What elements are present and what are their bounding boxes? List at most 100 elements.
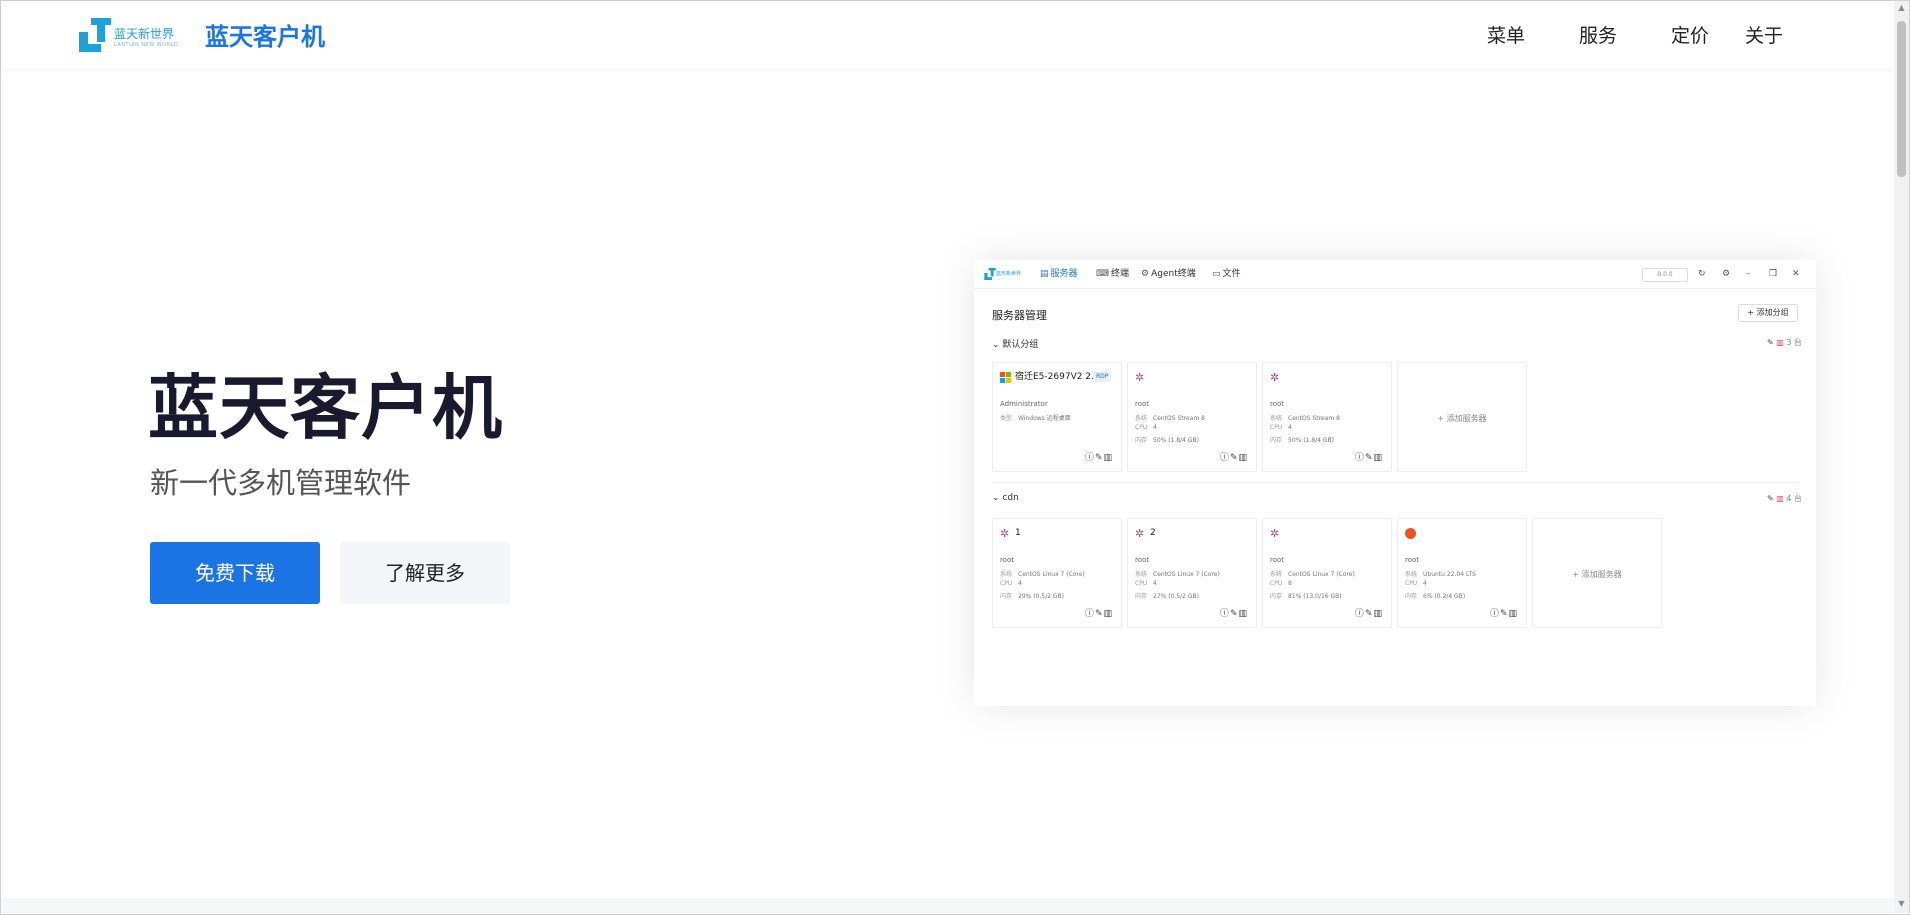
scroll-up-arrow-icon[interactable]: ▲ [1897,3,1906,12]
add-group-label: 添加分组 [1756,308,1789,317]
group-tools: ✎ ▥ 4 台 [1767,493,1802,504]
info-icon: ⓘ [1219,609,1230,619]
nav-link-pricing[interactable]: 定价 [1671,23,1709,49]
server-user: root [1270,556,1285,564]
server-card: ✲ root 系统 CentOS Stream 8 CPU 4 内存 50% (1.8… [1127,362,1257,472]
info-icon: ⓘ [1219,453,1230,463]
server-info-row: 内存 81% (13.0/16 GB) [1270,593,1342,600]
server-info-row: 系统 CentOS Linux 7 (Core) [1270,571,1355,578]
server-name: 宿迁E5-2697V2 2... [1015,372,1100,382]
server-card-actions: ⓘ✎▥ [1355,606,1383,619]
settings-icon: ⚙ [1722,269,1731,279]
server-info-row: 内存 50% (1.8/4 GB) [1135,437,1199,444]
server-card-actions: ⓘ✎▥ [1085,606,1113,619]
trash-icon: ▥ [1103,609,1113,619]
centos-icon: ✲ [1135,527,1145,540]
info-icon: ⓘ [1354,609,1365,619]
group-header-cdn: ⌄ cdn [992,493,1019,503]
chevron-down-icon: ⌄ [992,493,1003,503]
scroll-down-arrow-icon[interactable]: ▼ [1897,899,1906,908]
server-info-row: 系统 CentOS Linux 7 (Core) [1135,571,1220,578]
centos-icon: ✲ [1000,527,1010,540]
server-info-row: 系统 CentOS Stream 8 [1135,415,1205,422]
trash-icon: ▥ [1373,453,1383,463]
trash-icon: ▥ [1238,609,1248,619]
server-card: ✲ root 系统 CentOS Stream 8 CPU 4 内存 50% (1.8… [1262,362,1392,472]
server-card: root 系统 Ubuntu 22.04 LTS CPU 4 内存 6% (0.2/4… [1397,518,1527,628]
app-preview-window: 蓝天新世界 ▤ 服务器 ⌨ 终端 ⚙ Agent终端 ▭ 文件 0.0.0 ↻ ⚙ – … [974,260,1816,706]
add-server-card: + 添加服务器 [1532,518,1662,628]
refresh-icon: ↻ [1698,269,1706,279]
server-card: ✲ 2 root 系统 CentOS Linux 7 (Core) CPU 4 内存… [1127,518,1257,628]
server-info-row: 系统 CentOS Stream 8 [1270,415,1340,422]
server-name: 1 [1015,528,1021,538]
server-info-row: CPU 4 [1405,580,1427,587]
free-download-button[interactable]: 免费下载 [150,542,320,604]
nav-link-menu[interactable]: 菜单 [1487,23,1525,49]
server-card: ✲ root 系统 CentOS Linux 7 (Core) CPU 8 内存 81… [1262,518,1392,628]
brand-name[interactable]: 蓝天客户机 [205,21,325,53]
company-logo-text: 蓝天新世界 [114,27,175,41]
chevron-down-icon: ⌄ [992,340,1003,350]
learn-more-button[interactable]: 了解更多 [340,542,510,604]
add-server-card: + 添加服务器 [1397,362,1527,472]
info-icon: ⓘ [1354,453,1365,463]
server-info-row: 系统 Ubuntu 22.04 LTS [1405,571,1476,578]
group-divider [992,482,1798,483]
group-name: 默认分组 [1002,340,1039,350]
server-info-row: 系统 CentOS Linux 7 (Core) [1000,571,1085,578]
server-user: root [1135,400,1150,408]
gear-icon: ⚙ [1141,269,1150,279]
info-icon: ⓘ [1084,609,1095,619]
nav-link-services[interactable]: 服务 [1579,23,1617,49]
group-count: 3 台 [1786,338,1802,347]
maximize-icon: ❐ [1769,269,1778,279]
server-card: 宿迁E5-2697V2 2... RDP Administrator 类型 Win… [992,362,1122,472]
server-info-row: 类型 Windows 远程桌面 [1000,415,1071,422]
app-logo-text: 蓝天新世界 [996,271,1022,277]
trash-icon: ▥ [1238,453,1248,463]
add-group-button: + 添加分组 [1738,304,1798,322]
company-logo-icon[interactable] [79,18,111,52]
rdp-badge: RDP [1093,372,1112,382]
app-titlebar: 蓝天新世界 ▤ 服务器 ⌨ 终端 ⚙ Agent终端 ▭ 文件 0.0.0 ↻ ⚙ – … [974,260,1816,289]
trash-icon: ▥ [1776,494,1784,503]
server-info-row: 内存 6% (0.2/4 GB) [1405,593,1466,600]
server-info-row: 内存 29% (0.5/2 GB) [1000,593,1064,600]
app-tab-servers: ▤ 服务器 [1040,268,1078,280]
group-header-default: ⌄ 默认分组 [992,337,1038,350]
server-info-row: CPU 8 [1270,580,1292,587]
server-card-actions: ⓘ✎▥ [1220,606,1248,619]
centos-icon: ✲ [1270,527,1280,540]
add-server-label: + 添加服务器 [1437,414,1487,423]
group-tools: ✎ ▥ 3 台 [1767,337,1802,348]
info-icon: ⓘ [1084,453,1095,463]
company-logo-subtext: LANTIAN NEW WORLD [114,42,179,48]
trash-icon: ▥ [1508,609,1518,619]
plus-icon: + [1747,308,1757,317]
trash-icon: ▥ [1776,338,1784,347]
close-icon: ✕ [1792,269,1800,279]
server-card-actions: ⓘ✎▥ [1490,606,1518,619]
server-info-row: CPU 4 [1270,424,1292,431]
trash-icon: ▥ [1373,609,1383,619]
app-page-title: 服务器管理 [992,309,1047,322]
group-count: 4 台 [1786,494,1802,503]
server-info-row: 内存 27% (0.5/2 GB) [1135,593,1199,600]
app-tab-files: ▭ 文件 [1212,268,1241,280]
server-user: root [1405,556,1420,564]
scrollbar-thumb[interactable] [1897,21,1906,177]
folder-icon: ▭ [1212,269,1221,279]
server-info-row: CPU 4 [1135,580,1157,587]
edit-icon: ✎ [1767,338,1774,347]
server-card-actions: ⓘ✎▥ [1085,450,1113,463]
app-status-badge: 0.0.0 [1642,268,1688,282]
server-user: root [1135,556,1150,564]
trash-icon: ▥ [1103,453,1113,463]
group-name: cdn [1002,493,1019,503]
nav-link-about[interactable]: 关于 [1745,23,1783,49]
server-icon: ▤ [1040,269,1049,279]
server-user: root [1270,400,1285,408]
vertical-scrollbar[interactable]: ▲ ▼ [1894,1,1909,913]
server-card-actions: ⓘ✎▥ [1220,450,1248,463]
